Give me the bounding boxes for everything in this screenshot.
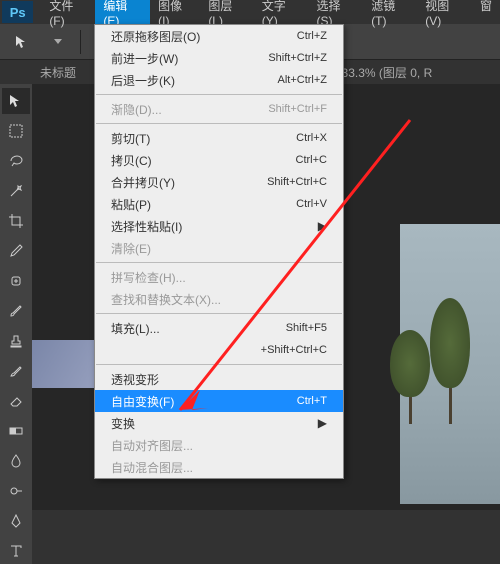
shortcut-label: Shift+F5 <box>286 322 327 334</box>
menu-item-label: 剪切(T) <box>111 130 150 147</box>
heal-tool[interactable] <box>2 268 30 294</box>
dodge-tool[interactable] <box>2 478 30 504</box>
gradient-tool[interactable] <box>2 418 30 444</box>
menu-item-label: 自动混合图层... <box>111 459 193 476</box>
submenu-arrow-icon: ▶ <box>318 219 327 233</box>
shortcut-label: Shift+Ctrl+C <box>267 176 327 188</box>
eyedropper-tool[interactable] <box>2 238 30 264</box>
menu-item-label: 粘贴(P) <box>111 196 151 213</box>
menu-item-label: 查找和替换文本(X)... <box>111 291 221 308</box>
menu-item-选择性粘贴(I)[interactable]: 选择性粘贴(I) ▶ <box>95 215 343 237</box>
shortcut-label: Ctrl+X <box>296 132 327 144</box>
menu-item-label: 前进一步(W) <box>111 50 178 67</box>
move-cursor-icon <box>8 28 36 56</box>
menu-item-label: 变换 <box>111 415 135 432</box>
menu-item-剪切(T)[interactable]: 剪切(T) Ctrl+X <box>95 127 343 149</box>
app-logo: Ps <box>2 1 33 23</box>
menu-item-label: 拼写检查(H)... <box>111 269 186 286</box>
menu-item-label: 还原拖移图层(O) <box>111 28 200 45</box>
move-tool[interactable] <box>2 88 30 114</box>
menu-item-自由变换(F)[interactable]: 自由变换(F) Ctrl+T <box>95 390 343 412</box>
menu-item-填充(L)...[interactable]: 填充(L)... Shift+F5 <box>95 317 343 339</box>
menubar: Ps 文件(F)编辑(E)图像(I)图层(L)文字(Y)选择(S)滤镜(T)视图… <box>0 0 500 24</box>
menu-视图(V)[interactable]: 视图(V) <box>417 0 472 32</box>
menu-separator <box>96 94 342 95</box>
tab-prefix: 未标题 <box>40 64 76 81</box>
lasso-tool[interactable] <box>2 148 30 174</box>
menu-item-label: 选择性粘贴(I) <box>111 218 182 235</box>
menu-separator <box>96 262 342 263</box>
menu-item-拷贝(C)[interactable]: 拷贝(C) Ctrl+C <box>95 149 343 171</box>
shortcut-label: +Shift+Ctrl+C <box>261 344 327 356</box>
menu-separator <box>96 123 342 124</box>
menu-item-label: 拷贝(C) <box>111 152 152 169</box>
shortcut-label: Shift+Ctrl+F <box>268 103 327 115</box>
brush-tool[interactable] <box>2 298 30 324</box>
dropdown-icon[interactable] <box>44 28 72 56</box>
menu-item-label: 透视变形 <box>111 371 159 388</box>
menu-item-查找和替换文本(X)...: 查找和替换文本(X)... <box>95 288 343 310</box>
shortcut-label: Ctrl+T <box>297 395 327 407</box>
history-brush-tool[interactable] <box>2 358 30 384</box>
shortcut-label: Shift+Ctrl+Z <box>268 52 327 64</box>
crop-tool[interactable] <box>2 208 30 234</box>
menu-item-后退一步(K)[interactable]: 后退一步(K) Alt+Ctrl+Z <box>95 69 343 91</box>
menu-item-粘贴(P)[interactable]: 粘贴(P) Ctrl+V <box>95 193 343 215</box>
shortcut-label: Ctrl+Z <box>297 30 327 42</box>
menu-item-blank[interactable]: +Shift+Ctrl+C <box>95 339 343 361</box>
menu-item-label: 合并拷贝(Y) <box>111 174 175 191</box>
marquee-tool[interactable] <box>2 118 30 144</box>
shortcut-label: Ctrl+C <box>296 154 327 166</box>
menu-item-清除(E): 清除(E) <box>95 237 343 259</box>
document-image <box>400 224 500 504</box>
menu-item-label: 自由变换(F) <box>111 393 174 410</box>
menu-窗[interactable]: 窗 <box>472 0 500 32</box>
menu-separator <box>96 313 342 314</box>
eraser-tool[interactable] <box>2 388 30 414</box>
menu-item-拼写检查(H)...: 拼写检查(H)... <box>95 266 343 288</box>
menu-item-自动对齐图层...: 自动对齐图层... <box>95 434 343 456</box>
menu-item-透视变形[interactable]: 透视变形 <box>95 368 343 390</box>
wand-tool[interactable] <box>2 178 30 204</box>
menu-item-label: 自动对齐图层... <box>111 437 193 454</box>
stamp-tool[interactable] <box>2 328 30 354</box>
menu-item-label: 清除(E) <box>111 240 151 257</box>
menu-item-自动混合图层...: 自动混合图层... <box>95 456 343 478</box>
shortcut-label: Alt+Ctrl+Z <box>277 74 327 86</box>
edit-menu-dropdown: 还原拖移图层(O) Ctrl+Z 前进一步(W) Shift+Ctrl+Z 后退一步(K… <box>94 24 344 479</box>
menu-item-label: 填充(L)... <box>111 320 160 337</box>
menu-滤镜(T)[interactable]: 滤镜(T) <box>363 0 417 32</box>
type-tool[interactable] <box>2 538 30 564</box>
menu-item-还原拖移图层(O)[interactable]: 还原拖移图层(O) Ctrl+Z <box>95 25 343 47</box>
menu-item-渐隐(D)...: 渐隐(D)... Shift+Ctrl+F <box>95 98 343 120</box>
menu-item-label: 渐隐(D)... <box>111 101 162 118</box>
menu-item-变换[interactable]: 变换 ▶ <box>95 412 343 434</box>
blur-tool[interactable] <box>2 448 30 474</box>
pen-tool[interactable] <box>2 508 30 534</box>
submenu-arrow-icon: ▶ <box>318 416 327 430</box>
menu-separator <box>96 364 342 365</box>
menu-item-label: 后退一步(K) <box>111 72 175 89</box>
shortcut-label: Ctrl+V <box>296 198 327 210</box>
menu-item-前进一步(W)[interactable]: 前进一步(W) Shift+Ctrl+Z <box>95 47 343 69</box>
tool-panel <box>0 84 32 564</box>
separator <box>80 30 81 54</box>
menu-item-合并拷贝(Y)[interactable]: 合并拷贝(Y) Shift+Ctrl+C <box>95 171 343 193</box>
